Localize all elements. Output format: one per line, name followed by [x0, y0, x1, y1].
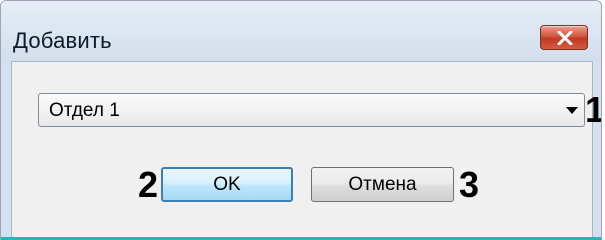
cancel-button[interactable]: Отмена [311, 167, 454, 202]
dialog-content: Отдел 1 1 2 OK Отмена 3 [11, 61, 601, 238]
department-select[interactable]: Отдел 1 [38, 93, 585, 127]
close-icon [557, 31, 573, 45]
ok-button[interactable]: OK [161, 167, 293, 202]
title-bar[interactable]: Добавить [1, 1, 601, 61]
add-dialog: Добавить Отдел 1 1 2 OK Отмена 3 [0, 0, 602, 240]
callout-marker-3: 3 [459, 164, 480, 205]
close-button[interactable] [540, 25, 588, 50]
chevron-down-icon[interactable] [566, 107, 578, 114]
department-select-value: Отдел 1 [49, 100, 120, 121]
callout-marker-1: 1 [585, 92, 601, 128]
callout-marker-2: 2 [138, 164, 159, 205]
dialog-title: Добавить [13, 28, 112, 53]
